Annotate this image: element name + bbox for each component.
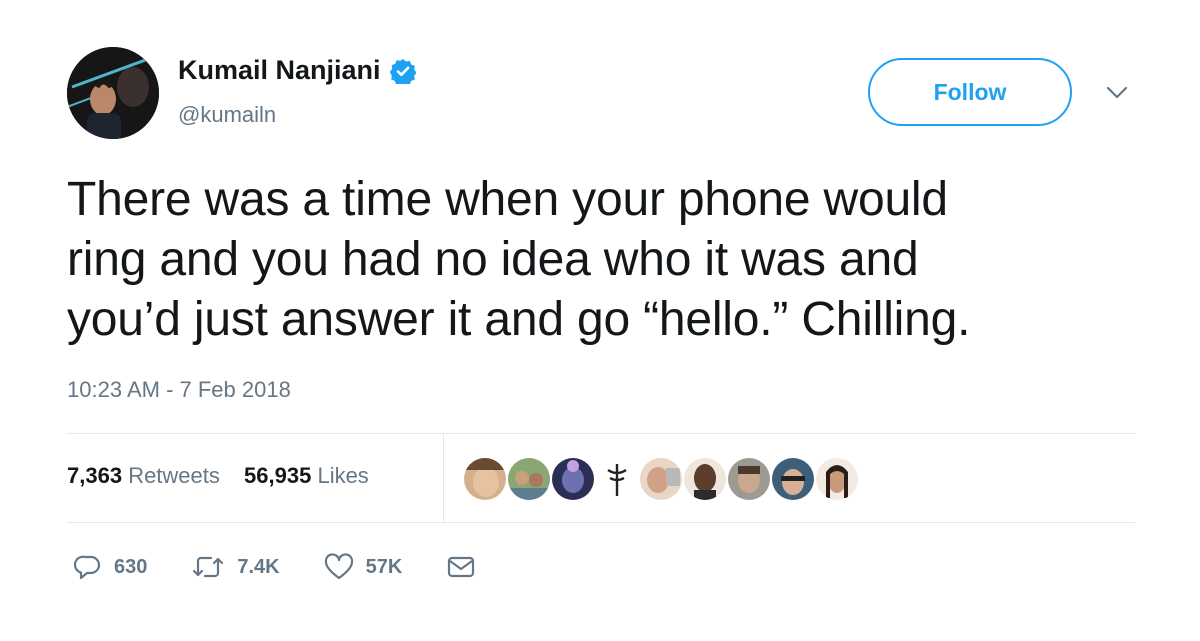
liker-avatar[interactable] [550, 456, 596, 502]
reply-button[interactable]: 630 [74, 553, 147, 581]
chevron-down-icon[interactable] [1106, 86, 1128, 100]
envelope-icon [446, 554, 476, 580]
user-handle[interactable]: @kumailn [178, 102, 276, 128]
tweet-timestamp[interactable]: 10:23 AM - 7 Feb 2018 [67, 377, 291, 403]
liker-avatars [462, 456, 860, 502]
tweet-text: There was a time when your phone would r… [67, 170, 1147, 350]
heart-icon [324, 553, 354, 581]
verified-badge-icon [389, 58, 417, 86]
likes-label: Likes [317, 463, 369, 488]
tweet-card: Kumail Nanjiani @kumailn Follow There wa… [0, 0, 1200, 641]
like-count: 57K [365, 555, 403, 578]
tweet-actions: 630 7.4K 57K [74, 553, 520, 581]
retweet-button[interactable]: 7.4K [191, 553, 280, 581]
direct-message-button[interactable] [446, 554, 476, 580]
retweets-stat[interactable]: 7,363 Retweets [67, 463, 226, 488]
liker-avatar[interactable] [682, 456, 728, 502]
reply-count: 630 [114, 555, 148, 578]
follow-button[interactable]: Follow [868, 58, 1072, 126]
user-avatar[interactable] [67, 47, 159, 139]
retweet-icon [191, 553, 225, 581]
retweets-count: 7,363 [67, 463, 123, 488]
likes-count: 56,935 [244, 463, 312, 488]
liker-avatar[interactable] [638, 456, 684, 502]
liker-avatar[interactable] [506, 456, 552, 502]
tweet-stats: 7,363 Retweets 56,935 Likes [67, 463, 369, 489]
like-button[interactable]: 57K [324, 553, 403, 581]
tweet-text-line: There was a time when your phone would [67, 173, 948, 226]
liker-avatar[interactable] [814, 456, 860, 502]
liker-avatar[interactable] [770, 456, 816, 502]
reply-icon [74, 553, 102, 581]
divider [67, 522, 1135, 523]
tweet-text-line: ring and you had no idea who it was and [67, 233, 919, 286]
retweet-count: 7.4K [237, 555, 280, 578]
liker-avatar[interactable] [462, 456, 508, 502]
display-name-text: Kumail Nanjiani [178, 55, 381, 85]
display-name[interactable]: Kumail Nanjiani [178, 55, 417, 86]
likes-stat[interactable]: 56,935 Likes [244, 463, 369, 488]
liker-avatar[interactable] [594, 456, 640, 502]
liker-avatar[interactable] [726, 456, 772, 502]
retweets-label: Retweets [128, 463, 220, 488]
divider [67, 433, 1135, 434]
tweet-text-line: you’d just answer it and go “hello.” Chi… [67, 293, 971, 346]
stats-separator [443, 433, 444, 522]
